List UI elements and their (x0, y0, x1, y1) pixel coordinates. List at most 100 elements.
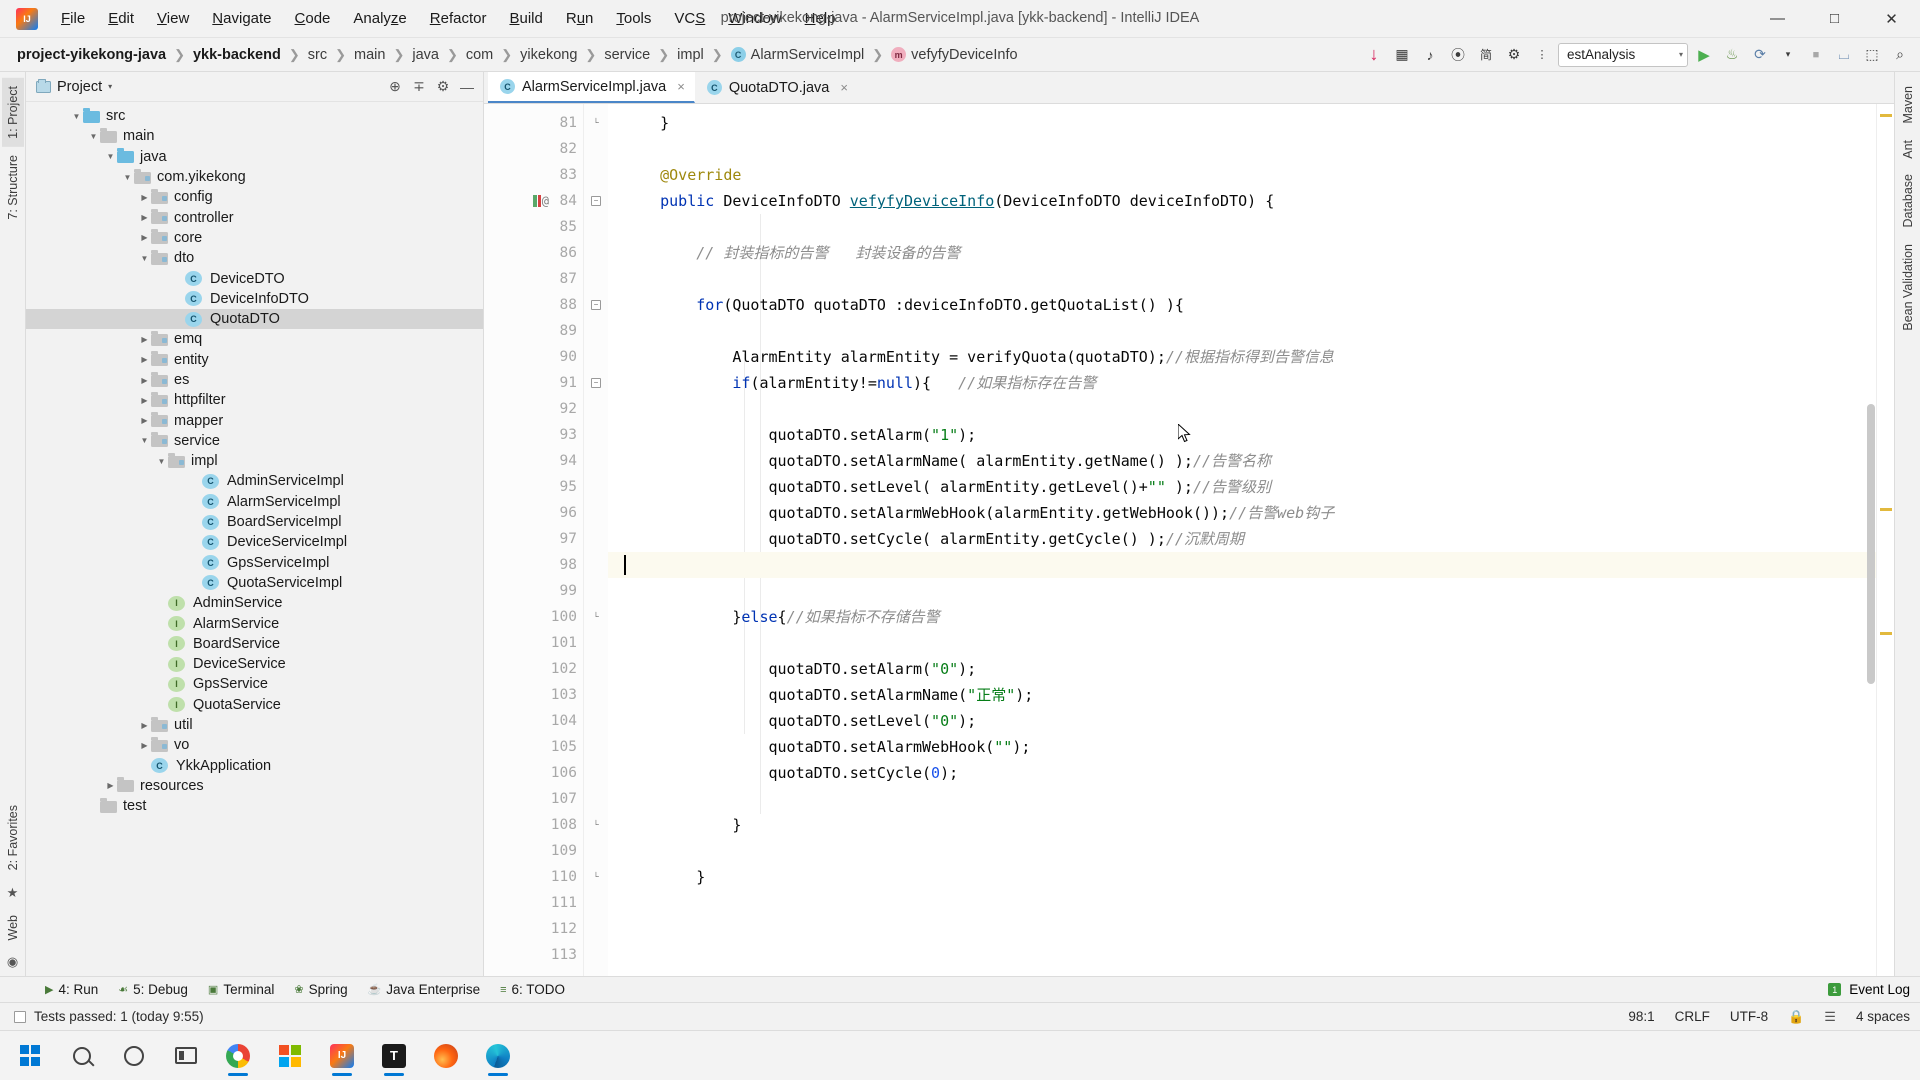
fold-marker-slot[interactable]: └ (584, 812, 608, 838)
sidebar-tab-database[interactable]: Database (1897, 166, 1919, 236)
tree-node-src[interactable]: ▼ src (26, 106, 483, 126)
search-button[interactable] (58, 1034, 106, 1078)
code-line[interactable]: quotaDTO.setCycle(0); (608, 760, 1876, 786)
fold-end-icon[interactable]: └ (591, 820, 601, 830)
menu-run[interactable]: Run (555, 6, 605, 32)
maximize-button[interactable]: □ (1806, 0, 1863, 38)
gutter-line-number[interactable]: 94 (484, 448, 583, 474)
code-line[interactable]: quotaDTO.setLevel("0"); (608, 708, 1876, 734)
chevron-down-icon[interactable]: ▼ (70, 112, 83, 121)
run-coverage-button[interactable]: ⟳ (1748, 44, 1772, 66)
breadcrumb-item-alarmserviceimpl[interactable]: C AlarmServiceImpl (726, 43, 870, 67)
code-line[interactable] (608, 318, 1876, 344)
fold-marker-slot[interactable] (584, 552, 608, 578)
gutter-line-number[interactable]: 98 (484, 552, 583, 578)
chinese-input-icon[interactable]: 简 (1474, 44, 1498, 66)
breadcrumb-item-yikekong[interactable]: yikekong (515, 43, 582, 67)
fold-marker-slot[interactable] (584, 578, 608, 604)
tree-node-adminserviceimpl[interactable]: C AdminServiceImpl (26, 471, 483, 491)
chevron-down-icon[interactable]: ▼ (138, 436, 151, 445)
code-line[interactable] (608, 578, 1876, 604)
tree-node-httpfilter[interactable]: ▶ httpfilter (26, 390, 483, 410)
sidebar-tab-ant[interactable]: Ant (1897, 132, 1919, 167)
indent-setting[interactable]: 4 spaces (1856, 1009, 1910, 1024)
more-icon[interactable]: ⋮ (1530, 44, 1554, 66)
tree-node-deviceserviceimpl[interactable]: C DeviceServiceImpl (26, 532, 483, 552)
gutter-line-number[interactable]: 112 (484, 916, 583, 942)
code-line[interactable]: quotaDTO.setLevel( alarmEntity.getLevel(… (608, 474, 1876, 500)
code-line[interactable]: quotaDTO.setAlarmWebHook(alarmEntity.get… (608, 500, 1876, 526)
annotation-marker-icon[interactable]: @ (542, 194, 549, 208)
edge-app[interactable] (474, 1034, 522, 1078)
code-line[interactable] (608, 942, 1876, 968)
tree-node-impl[interactable]: ▼ impl (26, 451, 483, 471)
task-view-button[interactable] (162, 1034, 210, 1078)
code-line[interactable] (608, 786, 1876, 812)
fold-marker-slot[interactable] (584, 838, 608, 864)
breadcrumb-item-ykk-backend[interactable]: ykk-backend (188, 43, 286, 67)
tree-node-deviceservice[interactable]: I DeviceService (26, 654, 483, 674)
stop-button[interactable]: ■ (1804, 44, 1828, 66)
code-line[interactable] (608, 396, 1876, 422)
tree-node-dto[interactable]: ▼ dto (26, 248, 483, 268)
tree-node-mapper[interactable]: ▶ mapper (26, 410, 483, 430)
gutter-line-number[interactable]: 87 (484, 266, 583, 292)
editor-tab-quotadto-java[interactable]: C QuotaDTO.java × (695, 72, 858, 103)
tree-node-gpsserviceimpl[interactable]: C GpsServiceImpl (26, 553, 483, 573)
chevron-down-icon[interactable]: ▼ (87, 132, 100, 141)
breadcrumb-item-main[interactable]: main (349, 43, 390, 67)
fold-end-icon[interactable]: └ (591, 118, 601, 128)
tree-node-test[interactable]: test (26, 796, 483, 816)
tree-node-ykkapplication[interactable]: C YkkApplication (26, 756, 483, 776)
chevron-right-icon[interactable]: ▶ (138, 193, 151, 202)
menu-window[interactable]: Window (717, 6, 792, 32)
ide-menu-icon[interactable]: ☰ (1824, 1009, 1836, 1025)
override-marker-icon[interactable] (532, 195, 537, 207)
cortana-button[interactable] (110, 1034, 158, 1078)
fold-end-icon[interactable]: └ (591, 872, 601, 882)
fold-marker-slot[interactable] (584, 240, 608, 266)
settings-gear-icon[interactable]: ⚙ (1502, 44, 1526, 66)
code-area[interactable]: } @Override public DeviceInfoDTO vefyfyD… (608, 104, 1876, 976)
menu-help[interactable]: Help (794, 6, 847, 32)
tree-node-gpsservice[interactable]: I GpsService (26, 674, 483, 694)
event-log-label[interactable]: Event Log (1849, 982, 1910, 997)
close-icon[interactable]: × (677, 79, 685, 94)
code-line[interactable]: quotaDTO.setCycle( alarmEntity.getCycle(… (608, 526, 1876, 552)
tree-node-controller[interactable]: ▶ controller (26, 207, 483, 227)
code-line[interactable]: quotaDTO.setAlarmName( alarmEntity.getNa… (608, 448, 1876, 474)
chevron-right-icon[interactable]: ▶ (138, 396, 151, 405)
chevron-right-icon[interactable]: ▶ (104, 781, 117, 790)
gutter-line-number[interactable]: 95 (484, 474, 583, 500)
collapse-all-icon[interactable]: ∓ (409, 77, 429, 97)
breadcrumb-item-service[interactable]: service (599, 43, 655, 67)
sidebar-tab-favorites[interactable]: 2: Favorites (2, 797, 24, 878)
gutter-line-number[interactable]: 109 (484, 838, 583, 864)
code-line[interactable]: // 封装指标的告警 封装设备的告警 (608, 240, 1876, 266)
fold-marker-slot[interactable] (584, 786, 608, 812)
lock-icon[interactable]: 🔒 (1788, 1009, 1804, 1025)
chevron-right-icon[interactable]: ▶ (138, 335, 151, 344)
profile-dropdown-icon[interactable]: ▾ (1776, 44, 1800, 66)
gutter-line-number[interactable]: 92 (484, 396, 583, 422)
fold-marker-slot[interactable]: └ (584, 864, 608, 890)
fold-marker-slot[interactable] (584, 318, 608, 344)
warning-marker[interactable] (1880, 632, 1892, 635)
locate-target-icon[interactable]: ⊕ (385, 77, 405, 97)
editor-vertical-scrollbar[interactable] (1866, 104, 1876, 976)
editor-gutter[interactable]: 81 82 83 @84 85 86 87 88 89 90 91 92 93 94 95 96 97 98 99 1… (484, 104, 584, 976)
line-separator[interactable]: CRLF (1675, 1009, 1710, 1024)
code-line[interactable] (608, 890, 1876, 916)
tree-node-com-yikekong[interactable]: ▼ com.yikekong (26, 167, 483, 187)
tree-node-quotaservice[interactable]: I QuotaService (26, 695, 483, 715)
fold-marker-slot[interactable] (584, 448, 608, 474)
fold-end-icon[interactable]: └ (591, 612, 601, 622)
sidebar-tab-structure[interactable]: 7: Structure (2, 147, 24, 228)
tree-node-deviceinfodto[interactable]: C DeviceInfoDTO (26, 289, 483, 309)
close-button[interactable]: ✕ (1863, 0, 1920, 38)
fold-marker-slot[interactable]: └ (584, 604, 608, 630)
gutter-line-number[interactable]: 104 (484, 708, 583, 734)
gutter-line-number[interactable]: 97 (484, 526, 583, 552)
fold-marker-slot[interactable] (584, 630, 608, 656)
breadcrumb-item-java[interactable]: java (407, 43, 444, 67)
